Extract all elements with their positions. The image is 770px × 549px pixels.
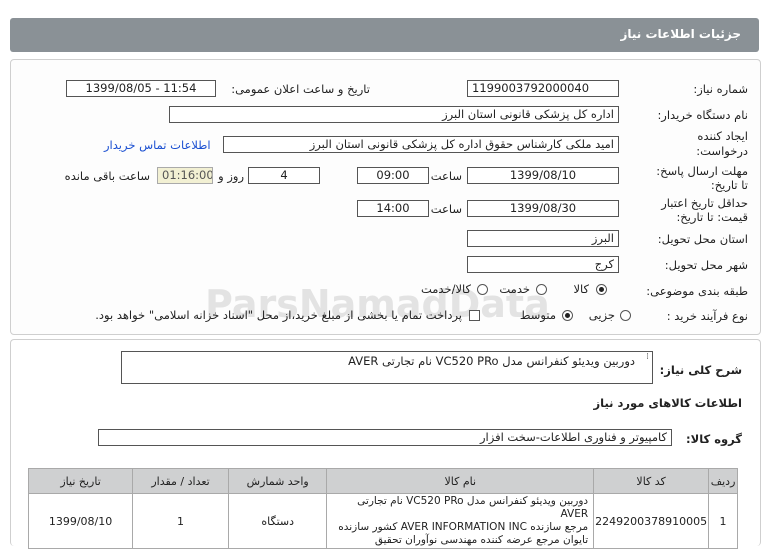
days-label: روز و xyxy=(218,169,244,183)
deadline-time-label: ساعت xyxy=(430,169,462,183)
cell-name-line-2: مرجع سازنده AVER INFORMATION INC کشور سا… xyxy=(338,521,589,533)
process-minor-radio[interactable] xyxy=(620,310,631,321)
page-header: جزئیات اطلاعات نیاز xyxy=(10,18,759,52)
creator-field: امید ملکی کارشناس حقوق اداره کل پزشکی قا… xyxy=(223,136,619,153)
goods-table: ردیف کد کالا نام کالا واحد شمارش تعداد /… xyxy=(27,468,738,549)
treasury-payment-note: پرداخت تمام یا بخشی از مبلغ خرید،از محل … xyxy=(95,308,462,322)
category-service-radio[interactable] xyxy=(536,284,547,295)
col-code-header: کد کالا xyxy=(593,468,710,494)
col-date-header: تاریخ نیاز xyxy=(27,468,134,494)
need-number-label: شماره نیاز: xyxy=(693,82,748,96)
creator-label-2: درخواست: xyxy=(696,144,748,158)
deadline-time-field: 09:00 xyxy=(357,167,429,184)
city-field: کرج xyxy=(467,256,619,273)
category-goods-service-radio[interactable] xyxy=(477,284,488,295)
col-row-header: ردیف xyxy=(708,468,738,494)
remaining-timer: 01:16:00 xyxy=(157,167,213,184)
need-number-field: 1199003792000040 xyxy=(467,80,619,97)
cell-code: 2249200378910005 xyxy=(593,493,710,549)
group-field: کامپیوتر و فناوری اطلاعات-سخت افزار xyxy=(98,429,672,446)
col-unit-header: واحد شمارش xyxy=(227,468,328,494)
process-medium-radio[interactable] xyxy=(562,310,573,321)
cell-row: 1 xyxy=(708,493,738,549)
goods-info-title: اطلاعات کالاهای مورد نیاز xyxy=(593,396,742,410)
buyer-contact-link[interactable]: اطلاعات تماس خریدار xyxy=(104,138,211,152)
buyer-field: اداره کل پزشکی قانونی استان البرز xyxy=(169,106,619,123)
category-goods-radio[interactable] xyxy=(596,284,607,295)
category-label: طبقه بندی موضوعی: xyxy=(646,284,748,298)
deadline-date-field: 1399/08/10 xyxy=(467,167,619,184)
validity-label-2: قیمت: تا تاریخ: xyxy=(676,210,748,224)
creator-label-1: ایجاد کننده xyxy=(697,129,748,143)
announce-field: 1399/08/05 - 11:54 xyxy=(66,80,216,97)
province-field: البرز xyxy=(467,230,619,247)
cell-date: 1399/08/10 xyxy=(27,493,134,549)
group-label: گروه کالا: xyxy=(686,432,742,446)
description-text: دوربین ویدیئو کنفرانس مدل VC520 PRo نام … xyxy=(348,354,635,368)
buyer-label: نام دستگاه خریدار: xyxy=(657,108,748,122)
page-title: جزئیات اطلاعات نیاز xyxy=(620,27,741,41)
description-label: شرح کلی نیاز: xyxy=(659,363,742,377)
remaining-label: ساعت باقی مانده xyxy=(64,169,150,183)
category-service-label: خدمت xyxy=(499,282,530,296)
cell-name-line-3: تایوان مرجع عرضه کننده مهندسی نوآوران تح… xyxy=(374,534,589,546)
validity-label-1: حداقل تاریخ اعتبار xyxy=(661,196,748,210)
validity-time-label: ساعت xyxy=(430,202,462,216)
cell-qty: 1 xyxy=(132,493,229,549)
days-field: 4 xyxy=(248,167,320,184)
cell-name: دوربین ویدیئو کنفرانس مدل VC520 PRo نام … xyxy=(326,493,595,549)
category-goods-service-label: کالا/خدمت xyxy=(420,282,471,296)
deadline-label-2: تا تاریخ: xyxy=(710,178,748,192)
announce-label: تاریخ و ساعت اعلان عمومی: xyxy=(231,82,370,96)
table-header-row: ردیف کد کالا نام کالا واحد شمارش تعداد /… xyxy=(27,468,738,494)
deadline-label-1: مهلت ارسال پاسخ: xyxy=(656,164,748,178)
category-goods-label: کالا xyxy=(573,282,589,296)
resize-handle-icon[interactable]: ⁞ xyxy=(646,352,649,362)
col-name-header: نام کالا xyxy=(326,468,595,494)
validity-date-field: 1399/08/30 xyxy=(467,200,619,217)
treasury-payment-checkbox[interactable] xyxy=(469,310,480,321)
cell-name-line-1: دوربین ویدیئو کنفرانس مدل VC520 PRo نام … xyxy=(357,495,589,520)
process-medium-label: متوسط xyxy=(519,308,556,322)
cell-unit: دستگاه xyxy=(227,493,328,549)
process-label: نوع فرآیند خرید : xyxy=(666,309,748,323)
col-qty-header: تعداد / مقدار xyxy=(132,468,229,494)
province-label: استان محل تحویل: xyxy=(657,232,748,246)
process-minor-label: جزیی xyxy=(588,308,615,322)
city-label: شهر محل تحویل: xyxy=(664,258,748,272)
validity-time-field: 14:00 xyxy=(357,200,429,217)
table-row[interactable]: 1 2249200378910005 دوربین ویدیئو کنفرانس… xyxy=(27,493,738,549)
